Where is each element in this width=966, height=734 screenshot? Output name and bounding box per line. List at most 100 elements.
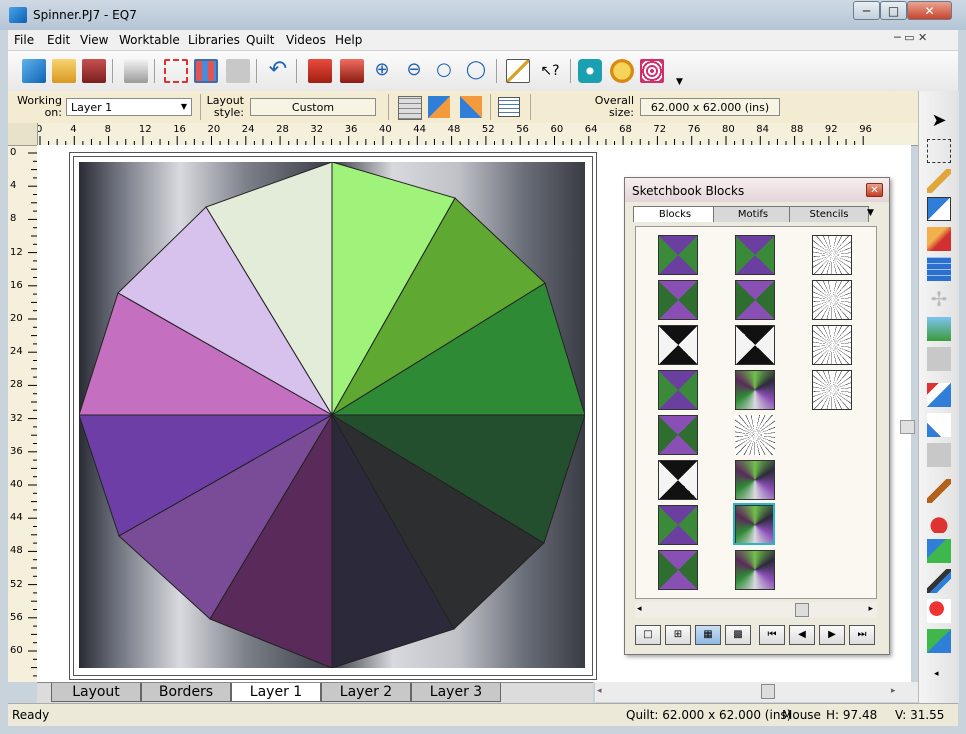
layout-grid-tool-icon[interactable] <box>927 257 951 281</box>
close-button[interactable]: ✕ <box>907 1 952 20</box>
refresh-screen-icon[interactable] <box>340 59 364 83</box>
tab-layer-3[interactable]: Layer 3 <box>411 683 501 702</box>
horizontal-layout-icon[interactable] <box>428 96 450 118</box>
swap-colors-icon[interactable] <box>927 539 951 563</box>
fit-to-worktable-icon[interactable] <box>308 59 332 83</box>
flip-vertical-icon[interactable] <box>927 413 951 437</box>
menu-videos[interactable]: Videos <box>286 33 326 47</box>
undo-icon[interactable]: ↶ <box>266 59 290 83</box>
sketchbook-block-thumb[interactable] <box>658 550 698 590</box>
sketchbook-block-thumb[interactable] <box>658 235 698 275</box>
toolbar-overflow-icon[interactable]: ▼ <box>676 77 683 87</box>
tab-borders[interactable]: Borders <box>141 683 231 702</box>
eyedropper-icon[interactable] <box>927 569 951 593</box>
maximize-button[interactable]: □ <box>880 1 907 20</box>
zoom-previous-icon[interactable]: ○ <box>432 59 456 83</box>
set-block-icon[interactable] <box>927 197 951 221</box>
working-on-select[interactable]: Layer 1 ▼ <box>66 98 192 116</box>
sketchbook-block-thumb[interactable] <box>658 325 698 365</box>
erase-block-icon[interactable] <box>927 227 951 251</box>
view-sketchbook-icon[interactable] <box>194 59 218 83</box>
sketchbook-block-thumb[interactable] <box>735 280 775 320</box>
spraycan-icon[interactable] <box>927 509 951 533</box>
scroll-thumb[interactable] <box>900 420 915 434</box>
help-pointer-icon[interactable]: ↖? <box>538 59 562 83</box>
new-project-icon[interactable] <box>22 59 46 83</box>
tab-layout[interactable]: Layout <box>51 683 141 702</box>
graph-pad-icon[interactable] <box>927 317 951 341</box>
tab-menu-icon[interactable]: ▼ <box>867 208 874 218</box>
randomize-icon[interactable] <box>927 599 951 623</box>
menu-help[interactable]: Help <box>335 33 362 47</box>
layout-grid-icon[interactable] <box>398 96 422 120</box>
add-to-sketchbook-icon[interactable] <box>164 59 188 83</box>
pick-arrow-icon[interactable]: ➤ <box>927 109 951 133</box>
flip-block-icon[interactable] <box>927 383 951 407</box>
scroll-right-arrow-icon[interactable]: ▸ <box>891 686 896 696</box>
minimize-button[interactable]: ─ <box>853 1 880 20</box>
paintbrush-icon[interactable] <box>927 479 951 503</box>
ruler-tool-icon[interactable] <box>927 169 951 193</box>
menu-view[interactable]: View <box>80 33 108 47</box>
sketchbook-block-thumb[interactable] <box>658 415 698 455</box>
horizontal-scrollbar[interactable]: ◂ ▸ <box>595 682 918 702</box>
view-4-icon[interactable]: ⊞ <box>665 625 691 645</box>
quilt-properties-icon[interactable] <box>498 97 520 117</box>
menu-file[interactable]: File <box>14 33 34 47</box>
sketchbook-block-thumb[interactable] <box>658 460 698 500</box>
sketchbook-block-thumb[interactable] <box>735 235 775 275</box>
quilt-preview-icon[interactable] <box>640 59 664 83</box>
sketchbook-block-thumb[interactable] <box>735 370 775 410</box>
menu-worktable[interactable]: Worktable <box>119 33 180 47</box>
spinner-quilt-block[interactable] <box>79 162 585 668</box>
print-icon[interactable] <box>124 59 148 83</box>
tab-motifs[interactable]: Motifs <box>713 206 793 222</box>
prev-page-icon[interactable]: ◀ <box>789 625 815 645</box>
marquee-select-icon[interactable] <box>927 139 951 163</box>
menu-edit[interactable]: Edit <box>47 33 70 47</box>
mdi-window-buttons[interactable]: ─ ▭ ✕ <box>894 31 927 44</box>
sketchbook-block-thumb[interactable] <box>658 280 698 320</box>
save-icon[interactable] <box>82 59 106 83</box>
sketchbook-block-thumb[interactable] <box>735 550 775 590</box>
menu-libraries[interactable]: Libraries <box>188 33 240 47</box>
sketchbook-block-thumb[interactable] <box>658 505 698 545</box>
next-page-icon[interactable]: ▶ <box>819 625 845 645</box>
zoom-out-icon[interactable]: ⊖ <box>402 59 426 83</box>
sketchbook-block-thumb[interactable] <box>812 235 852 275</box>
view-9-icon[interactable]: ▦ <box>695 625 721 645</box>
open-folder-icon[interactable] <box>52 59 76 83</box>
sketchbook-block-thumb[interactable] <box>735 415 775 455</box>
sketchbook-block-thumb[interactable] <box>812 325 852 365</box>
sketchbook-close-button[interactable]: ✕ <box>866 183 883 197</box>
tab-blocks[interactable]: Blocks <box>633 206 717 222</box>
scroll-left-arrow-icon[interactable]: ◂ <box>597 686 602 696</box>
zoom-block-icon[interactable] <box>927 443 951 467</box>
sketchbook-block-thumb[interactable] <box>735 460 775 500</box>
sketchbook-block-thumb[interactable] <box>812 370 852 410</box>
tab-stencils[interactable]: Stencils <box>789 206 869 222</box>
last-page-icon[interactable]: ⏭ <box>849 625 875 645</box>
sketchbook-scrollbar[interactable]: ◂ ▸ <box>635 602 877 618</box>
tab-layer-2[interactable]: Layer 2 <box>321 683 411 702</box>
scroll-left-icon[interactable]: ◂ <box>637 604 642 614</box>
symmetry-icon[interactable]: ✢ <box>927 287 951 311</box>
toolbar-scroll-icon[interactable]: ◂ <box>934 669 939 679</box>
zoom-fit-icon[interactable]: ◯ <box>464 59 488 83</box>
first-page-icon[interactable]: ⏮ <box>759 625 785 645</box>
view-16-icon[interactable]: ▩ <box>725 625 751 645</box>
fabric-icon[interactable] <box>610 59 634 83</box>
view-1-icon[interactable]: □ <box>635 625 661 645</box>
sketchbook-block-thumb[interactable] <box>658 370 698 410</box>
menu-quilt[interactable]: Quilt <box>246 33 274 47</box>
sketchbook-scroll-thumb[interactable] <box>795 603 809 617</box>
camera-icon[interactable] <box>578 59 602 83</box>
block-worktable-icon[interactable] <box>226 59 250 83</box>
tab-layer-1[interactable]: Layer 1 <box>231 683 321 702</box>
scroll-right-icon[interactable]: ▸ <box>868 604 873 614</box>
edit-quilt-icon[interactable] <box>506 59 530 83</box>
sketchbook-block-thumb[interactable] <box>812 280 852 320</box>
fussy-cut-icon[interactable] <box>927 629 951 653</box>
on-point-layout-icon[interactable] <box>460 96 482 118</box>
sketchbook-block-thumb[interactable] <box>735 325 775 365</box>
